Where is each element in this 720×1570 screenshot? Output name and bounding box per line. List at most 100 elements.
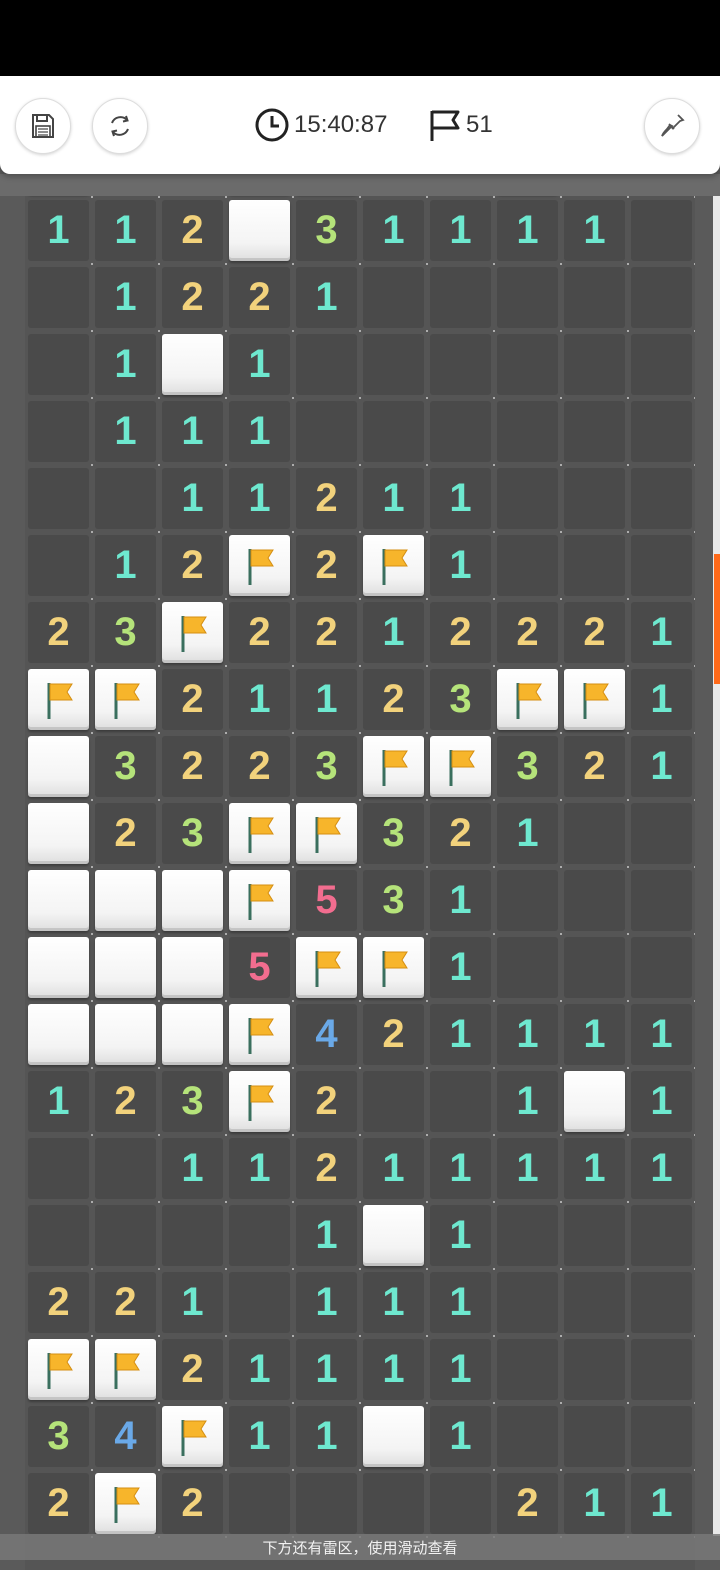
number-cell[interactable]: 1 bbox=[427, 197, 495, 265]
number-cell[interactable]: 2 bbox=[561, 599, 629, 667]
number-cell[interactable]: 1 bbox=[92, 264, 160, 332]
number-cell[interactable]: 2 bbox=[92, 800, 160, 868]
unopened-tile[interactable] bbox=[159, 1001, 227, 1069]
shovel-button[interactable] bbox=[644, 98, 700, 154]
flagged-tile[interactable] bbox=[226, 1068, 294, 1136]
number-cell[interactable]: 1 bbox=[293, 1202, 361, 1270]
unopened-tile[interactable] bbox=[92, 934, 160, 1002]
flagged-tile[interactable] bbox=[226, 532, 294, 600]
number-cell[interactable]: 1 bbox=[427, 934, 495, 1002]
number-cell[interactable]: 2 bbox=[159, 264, 227, 332]
number-cell[interactable]: 1 bbox=[226, 1336, 294, 1404]
number-cell[interactable]: 3 bbox=[427, 666, 495, 734]
flagged-tile[interactable] bbox=[360, 532, 428, 600]
unopened-tile[interactable] bbox=[25, 934, 93, 1002]
flagged-tile[interactable] bbox=[25, 1336, 93, 1404]
flagged-tile[interactable] bbox=[92, 666, 160, 734]
number-cell[interactable]: 2 bbox=[293, 532, 361, 600]
number-cell[interactable]: 3 bbox=[494, 733, 562, 801]
unopened-tile[interactable] bbox=[159, 934, 227, 1002]
empty-cell[interactable] bbox=[293, 398, 361, 466]
flagged-tile[interactable] bbox=[561, 666, 629, 734]
empty-cell[interactable] bbox=[561, 532, 629, 600]
number-cell[interactable]: 1 bbox=[561, 1470, 629, 1538]
empty-cell[interactable] bbox=[92, 1202, 160, 1270]
number-cell[interactable]: 1 bbox=[628, 1001, 695, 1069]
number-cell[interactable]: 2 bbox=[25, 1470, 93, 1538]
empty-cell[interactable] bbox=[427, 398, 495, 466]
number-cell[interactable]: 3 bbox=[25, 1403, 93, 1471]
empty-cell[interactable] bbox=[561, 1336, 629, 1404]
number-cell[interactable]: 3 bbox=[92, 733, 160, 801]
unopened-tile[interactable] bbox=[561, 1068, 629, 1136]
empty-cell[interactable] bbox=[25, 465, 93, 533]
number-cell[interactable]: 1 bbox=[360, 599, 428, 667]
empty-cell[interactable] bbox=[360, 331, 428, 399]
number-cell[interactable]: 1 bbox=[226, 465, 294, 533]
empty-cell[interactable] bbox=[360, 1068, 428, 1136]
number-cell[interactable]: 1 bbox=[360, 1269, 428, 1337]
empty-cell[interactable] bbox=[494, 398, 562, 466]
number-cell[interactable]: 1 bbox=[427, 1135, 495, 1203]
number-cell[interactable]: 3 bbox=[293, 197, 361, 265]
empty-cell[interactable] bbox=[494, 867, 562, 935]
empty-cell[interactable] bbox=[561, 867, 629, 935]
empty-cell[interactable] bbox=[25, 1202, 93, 1270]
number-cell[interactable]: 1 bbox=[293, 1269, 361, 1337]
unopened-tile[interactable] bbox=[360, 1403, 428, 1471]
empty-cell[interactable] bbox=[25, 532, 93, 600]
empty-cell[interactable] bbox=[628, 398, 695, 466]
flagged-tile[interactable] bbox=[360, 934, 428, 1002]
number-cell[interactable]: 2 bbox=[159, 1470, 227, 1538]
number-cell[interactable]: 1 bbox=[628, 1135, 695, 1203]
number-cell[interactable]: 1 bbox=[293, 1403, 361, 1471]
number-cell[interactable]: 2 bbox=[293, 465, 361, 533]
number-cell[interactable]: 1 bbox=[25, 1068, 93, 1136]
number-cell[interactable]: 2 bbox=[92, 1269, 160, 1337]
number-cell[interactable]: 3 bbox=[360, 867, 428, 935]
empty-cell[interactable] bbox=[628, 1403, 695, 1471]
number-cell[interactable]: 1 bbox=[628, 1068, 695, 1136]
number-cell[interactable]: 2 bbox=[494, 599, 562, 667]
empty-cell[interactable] bbox=[628, 1202, 695, 1270]
flagged-tile[interactable] bbox=[92, 1336, 160, 1404]
empty-cell[interactable] bbox=[628, 800, 695, 868]
number-cell[interactable]: 1 bbox=[159, 1135, 227, 1203]
number-cell[interactable]: 2 bbox=[427, 800, 495, 868]
number-cell[interactable]: 1 bbox=[427, 867, 495, 935]
number-cell[interactable]: 1 bbox=[628, 599, 695, 667]
empty-cell[interactable] bbox=[92, 465, 160, 533]
empty-cell[interactable] bbox=[561, 398, 629, 466]
number-cell[interactable]: 2 bbox=[293, 599, 361, 667]
number-cell[interactable]: 2 bbox=[293, 1068, 361, 1136]
number-cell[interactable]: 2 bbox=[226, 599, 294, 667]
flagged-tile[interactable] bbox=[427, 733, 495, 801]
number-cell[interactable]: 2 bbox=[360, 1001, 428, 1069]
number-cell[interactable]: 3 bbox=[159, 800, 227, 868]
number-cell[interactable]: 2 bbox=[159, 532, 227, 600]
number-cell[interactable]: 1 bbox=[25, 197, 93, 265]
empty-cell[interactable] bbox=[427, 264, 495, 332]
empty-cell[interactable] bbox=[628, 867, 695, 935]
unopened-tile[interactable] bbox=[92, 1001, 160, 1069]
unopened-tile[interactable] bbox=[159, 331, 227, 399]
empty-cell[interactable] bbox=[427, 1068, 495, 1136]
flagged-tile[interactable] bbox=[494, 666, 562, 734]
empty-cell[interactable] bbox=[494, 1403, 562, 1471]
unopened-tile[interactable] bbox=[25, 800, 93, 868]
number-cell[interactable]: 1 bbox=[226, 398, 294, 466]
number-cell[interactable]: 1 bbox=[494, 1001, 562, 1069]
empty-cell[interactable] bbox=[360, 1470, 428, 1538]
number-cell[interactable]: 2 bbox=[427, 599, 495, 667]
number-cell[interactable]: 2 bbox=[159, 733, 227, 801]
number-cell[interactable]: 1 bbox=[360, 197, 428, 265]
empty-cell[interactable] bbox=[561, 1269, 629, 1337]
empty-cell[interactable] bbox=[25, 1135, 93, 1203]
flagged-tile[interactable] bbox=[226, 867, 294, 935]
number-cell[interactable]: 2 bbox=[226, 733, 294, 801]
empty-cell[interactable] bbox=[628, 331, 695, 399]
empty-cell[interactable] bbox=[25, 398, 93, 466]
number-cell[interactable]: 1 bbox=[494, 1068, 562, 1136]
unopened-tile[interactable] bbox=[25, 867, 93, 935]
empty-cell[interactable] bbox=[494, 934, 562, 1002]
